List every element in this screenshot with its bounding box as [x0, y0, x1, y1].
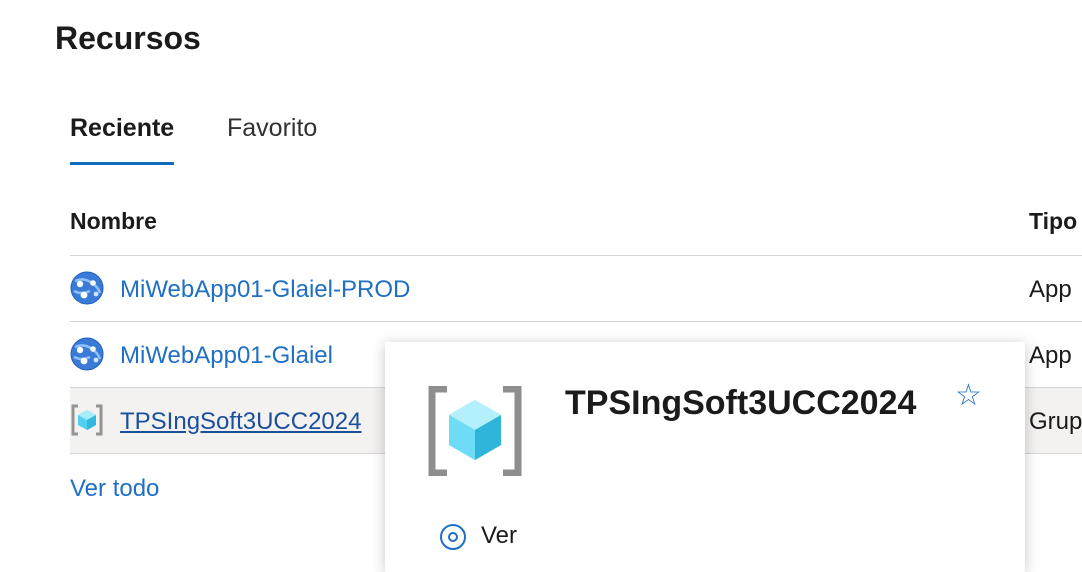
resource-link[interactable]: MiWebApp01-Glaiel-PROD — [120, 276, 410, 304]
resource-link[interactable]: TPSIngSoft3UCC2024 — [120, 408, 361, 436]
resource-group-icon — [428, 386, 522, 476]
resource-hover-card: TPSIngSoft3UCC2024 ☆ Ver — [385, 342, 1025, 572]
view-action-label: Ver — [481, 522, 518, 549]
resource-type: App — [1029, 342, 1072, 369]
resource-group-icon — [71, 404, 103, 436]
tab-favorito[interactable]: Favorito — [227, 114, 317, 143]
resource-type: Grup — [1029, 408, 1082, 435]
page-title: Recursos — [55, 20, 201, 56]
resource-type: App — [1029, 276, 1072, 303]
web-app-icon — [70, 337, 104, 371]
column-header-tipo[interactable]: Tipo — [1029, 208, 1077, 235]
view-all-link[interactable]: Ver todo — [70, 475, 159, 503]
hover-card-title: TPSIngSoft3UCC2024 — [565, 384, 917, 422]
column-header-nombre[interactable]: Nombre — [70, 208, 157, 235]
star-outline-icon[interactable]: ☆ — [955, 378, 982, 413]
resource-link[interactable]: MiWebApp01-Glaiel — [120, 342, 333, 370]
view-action[interactable]: Ver — [439, 522, 517, 551]
web-app-icon — [70, 271, 104, 305]
view-icon — [440, 523, 466, 550]
tab-reciente[interactable]: Reciente — [70, 114, 175, 165]
table-row[interactable]: MiWebApp01-Glaiel-PROD App — [70, 256, 1082, 321]
